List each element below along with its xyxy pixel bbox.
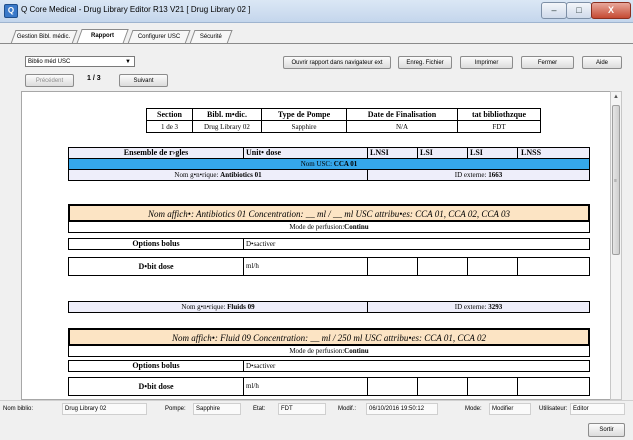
display-name-row: Nom affich•: Antibiotics 01 Concentratio…	[68, 204, 590, 222]
limit-cell	[517, 257, 590, 276]
limit-cell	[467, 377, 518, 396]
limit-cell	[417, 377, 468, 396]
limit-cell	[467, 257, 518, 276]
tab-rapport[interactable]: Rapport	[76, 29, 129, 44]
dose-rate-label: D•bit dose	[68, 377, 244, 396]
status-mode-label: Mode:	[465, 406, 482, 412]
external-id-row: ID externe: 1663	[367, 169, 590, 181]
tab-divider	[0, 43, 633, 44]
status-biblio-label: Nom biblio:	[3, 406, 34, 412]
status-state-value: FDT	[278, 403, 326, 415]
display-name-row: Nom affich•: Fluid 09 Concentration: __ …	[68, 328, 590, 346]
generic-name-row: Nom g•n•rique: Antibiotics 01	[68, 169, 368, 181]
bolus-options-label: Options bolus	[68, 360, 244, 372]
status-mode-value: Modifier	[489, 403, 531, 415]
app-icon: Q	[4, 4, 18, 18]
save-file-button[interactable]: Enreg. Fichier	[398, 56, 452, 69]
summary-header: tat bibliothzque	[457, 108, 541, 121]
limit-cell	[367, 257, 418, 276]
scroll-up-arrow-icon[interactable]: ▲	[611, 92, 621, 102]
status-user-label: Utilisateur:	[539, 406, 568, 412]
dose-rate-unit: ml/h	[243, 377, 368, 396]
infusion-mode-row: Mode de perfusion:Continu	[68, 221, 590, 233]
status-biblio-value: Drug Library 02	[62, 403, 147, 415]
summary-header: Section	[146, 108, 193, 121]
dose-rate-label: D•bit dose	[68, 257, 244, 276]
summary-cell: N/A	[346, 120, 458, 133]
previous-button[interactable]: Précédent	[25, 74, 74, 87]
bolus-options-value: D•sactiver	[243, 360, 590, 372]
bolus-options-value: D•sactiver	[243, 238, 590, 250]
bolus-options-label: Options bolus	[68, 238, 244, 250]
tab-gestion-bibl[interactable]: Gestion Bibl. médic.	[10, 30, 78, 44]
infusion-mode-row: Mode de perfusion:Continu	[68, 345, 590, 357]
scroll-grip-icon: ≡	[614, 178, 617, 184]
print-button[interactable]: Imprimer	[460, 56, 513, 69]
status-modif-label: Modif.:	[338, 406, 357, 412]
window-title: Q Core Medical - Drug Library Editor R13…	[21, 5, 251, 14]
open-report-button[interactable]: Ouvrir rapport dans navigateur ext	[283, 56, 391, 69]
summary-header: Type de Pompe	[261, 108, 347, 121]
next-button[interactable]: Suivant	[119, 74, 168, 87]
minimize-button[interactable]: –	[541, 2, 567, 19]
status-state-label: Etat:	[253, 406, 266, 412]
close-button[interactable]: Fermer	[521, 56, 574, 69]
help-button[interactable]: Aide	[582, 56, 622, 69]
summary-cell: Drug Library 02	[192, 120, 262, 133]
summary-header: Date de Finalisation	[346, 108, 458, 121]
limit-cell	[367, 377, 418, 396]
summary-cell: FDT	[457, 120, 541, 133]
limit-cell	[517, 377, 590, 396]
external-id-row: ID externe: 3293	[367, 301, 590, 313]
tab-securite[interactable]: Sécurité	[189, 30, 233, 44]
status-user-value: Editor	[570, 403, 625, 415]
status-pump-value: Sapphire	[193, 403, 241, 415]
tab-configurer-usc[interactable]: Configurer USC	[127, 30, 191, 44]
page-indicator: 1 / 3	[87, 75, 101, 82]
generic-name-row: Nom g•n•rique: Fluids 09	[68, 301, 368, 313]
summary-table: Section Bibl. m•dic. Type de Pompe Date …	[146, 108, 541, 133]
status-modif-value: 06/10/2016 19:50:12	[366, 403, 438, 415]
limit-cell	[417, 257, 468, 276]
close-window-button[interactable]: X	[591, 2, 631, 19]
maximize-button[interactable]: □	[566, 2, 592, 19]
report-pane: Section Bibl. m•dic. Type de Pompe Date …	[21, 91, 611, 400]
summary-cell: 1 de 3	[146, 120, 193, 133]
biblio-select[interactable]: Biblio méd USC ▼	[25, 56, 135, 67]
chevron-down-icon: ▼	[125, 59, 131, 65]
summary-header: Bibl. m•dic.	[192, 108, 262, 121]
summary-cell: Sapphire	[261, 120, 347, 133]
status-pump-label: Pompe:	[165, 406, 186, 412]
exit-button[interactable]: Sortir	[588, 423, 625, 437]
dose-rate-unit: ml/h	[243, 257, 368, 276]
